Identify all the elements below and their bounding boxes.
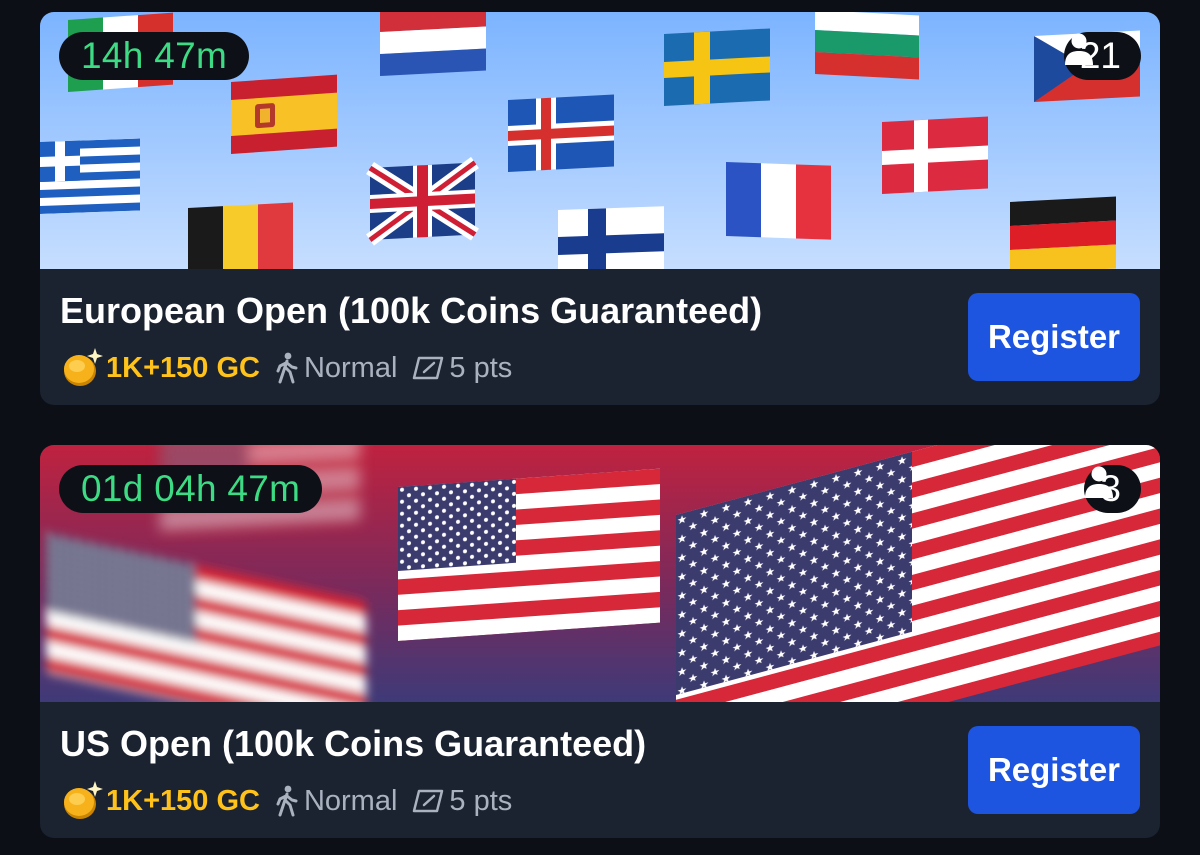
tournament-banner-us-flags: 01d 04h 47m 3 — [40, 445, 1160, 702]
person-icon — [1064, 32, 1094, 66]
us-flag-center — [398, 468, 660, 641]
tournament-meta: 1K+150 GC Normal 5 pts — [60, 779, 512, 823]
flag-sweden — [664, 28, 770, 106]
tournament-banner-european-flags: 14h 47m 21 — [40, 12, 1160, 269]
gold-coin-icon — [60, 779, 104, 823]
flag-germany — [1010, 196, 1116, 269]
flag-greece — [40, 138, 140, 214]
time-remaining-badge: 14h 47m — [59, 32, 250, 80]
tag-icon — [411, 354, 445, 382]
tournament-meta: 1K+150 GC Normal 5 pts — [60, 346, 512, 390]
tag-icon — [411, 787, 445, 815]
register-button[interactable]: Register — [968, 293, 1140, 381]
entry-prize: 1K+150 GC — [106, 351, 260, 384]
flag-spain — [231, 74, 337, 154]
tournament-points: 5 pts — [449, 784, 513, 817]
gold-coin-icon — [60, 346, 104, 390]
tournament-title: US Open (100k Coins Guaranteed) — [60, 723, 647, 764]
flag-uk — [366, 156, 479, 246]
entry-prize: 1K+150 GC — [106, 784, 260, 817]
walking-person-icon — [274, 785, 300, 817]
flag-finland — [558, 206, 664, 269]
player-count-badge: 3 — [1084, 465, 1141, 513]
game-speed: Normal — [303, 351, 398, 384]
flag-belgium — [188, 202, 293, 269]
tournament-points: 5 pts — [449, 351, 513, 384]
flag-bulgaria — [815, 12, 919, 80]
tournament-card-us-open[interactable]: 01d 04h 47m 3 US Open (100k Coins Guaran… — [40, 445, 1160, 838]
game-speed: Normal — [303, 784, 398, 817]
flag-france — [726, 162, 831, 240]
player-count-badge: 21 — [1063, 32, 1141, 80]
register-button[interactable]: Register — [968, 726, 1140, 814]
tournament-card-european-open[interactable]: 14h 47m 21 European Open (100k Coins Gua… — [40, 12, 1160, 405]
flag-denmark — [882, 116, 988, 194]
flag-iceland — [508, 94, 614, 172]
flag-netherlands — [380, 12, 486, 76]
person-icon — [1084, 465, 1114, 499]
walking-person-icon — [274, 352, 300, 384]
time-remaining-badge: 01d 04h 47m — [59, 465, 323, 513]
tournament-title: European Open (100k Coins Guaranteed) — [60, 290, 763, 331]
